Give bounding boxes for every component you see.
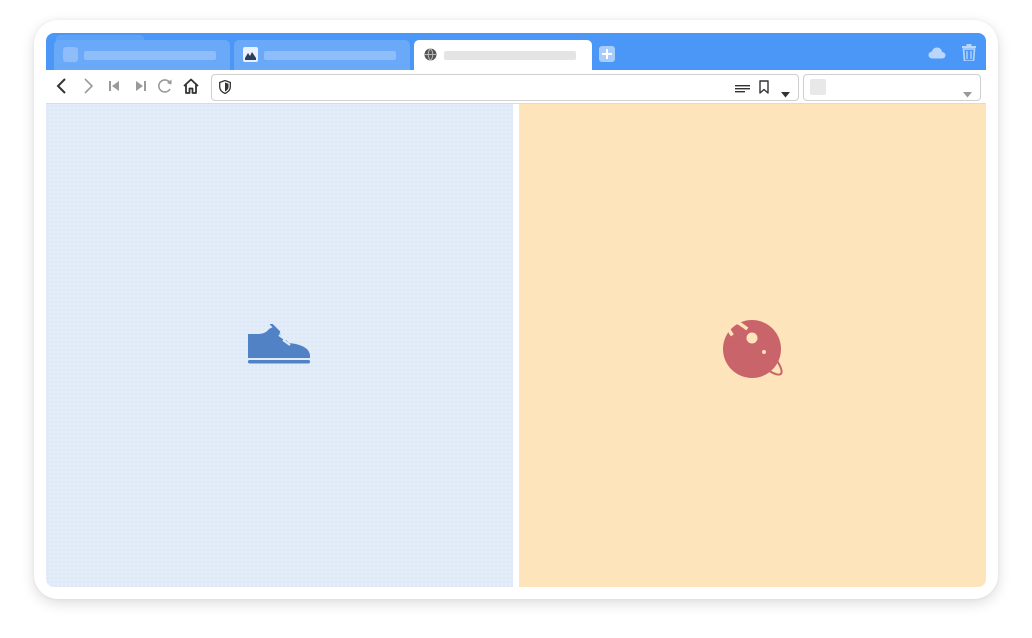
cloud-sync-icon[interactable] [928, 46, 946, 64]
image-favicon-icon [243, 47, 258, 62]
tab-1[interactable] [54, 40, 230, 70]
globe-favicon-icon [423, 47, 438, 62]
tile-pane-left[interactable] [46, 104, 513, 587]
trash-icon[interactable] [962, 44, 976, 66]
tab-title [84, 51, 216, 60]
browser-window [46, 33, 986, 587]
dropdown-icon[interactable] [781, 85, 790, 103]
bookmark-icon[interactable] [759, 80, 769, 99]
address-bar[interactable] [211, 74, 799, 101]
navigation-toolbar [46, 70, 986, 104]
search-bar[interactable] [803, 74, 981, 101]
search-engine-icon[interactable] [810, 79, 826, 95]
search-dropdown-icon[interactable] [963, 85, 972, 103]
reader-view-icon[interactable] [735, 82, 750, 100]
planet-icon [721, 314, 787, 385]
rewind-icon[interactable] [106, 77, 124, 95]
tiled-content-area [46, 104, 986, 587]
shield-icon[interactable] [219, 79, 231, 99]
forward-icon[interactable] [79, 77, 97, 95]
sneaker-icon [246, 322, 312, 371]
tab-title [444, 51, 576, 60]
new-tab-button[interactable] [599, 46, 615, 62]
tab-title [264, 51, 396, 60]
back-icon[interactable] [53, 77, 71, 95]
tab-2[interactable] [234, 40, 410, 70]
tab-3-active[interactable] [414, 40, 592, 70]
home-icon[interactable] [182, 77, 200, 95]
tab-bar [46, 33, 986, 70]
tile-pane-right[interactable] [519, 104, 986, 587]
reload-icon[interactable] [156, 77, 174, 95]
blank-favicon-icon [63, 47, 78, 62]
fast-forward-icon[interactable] [131, 77, 149, 95]
